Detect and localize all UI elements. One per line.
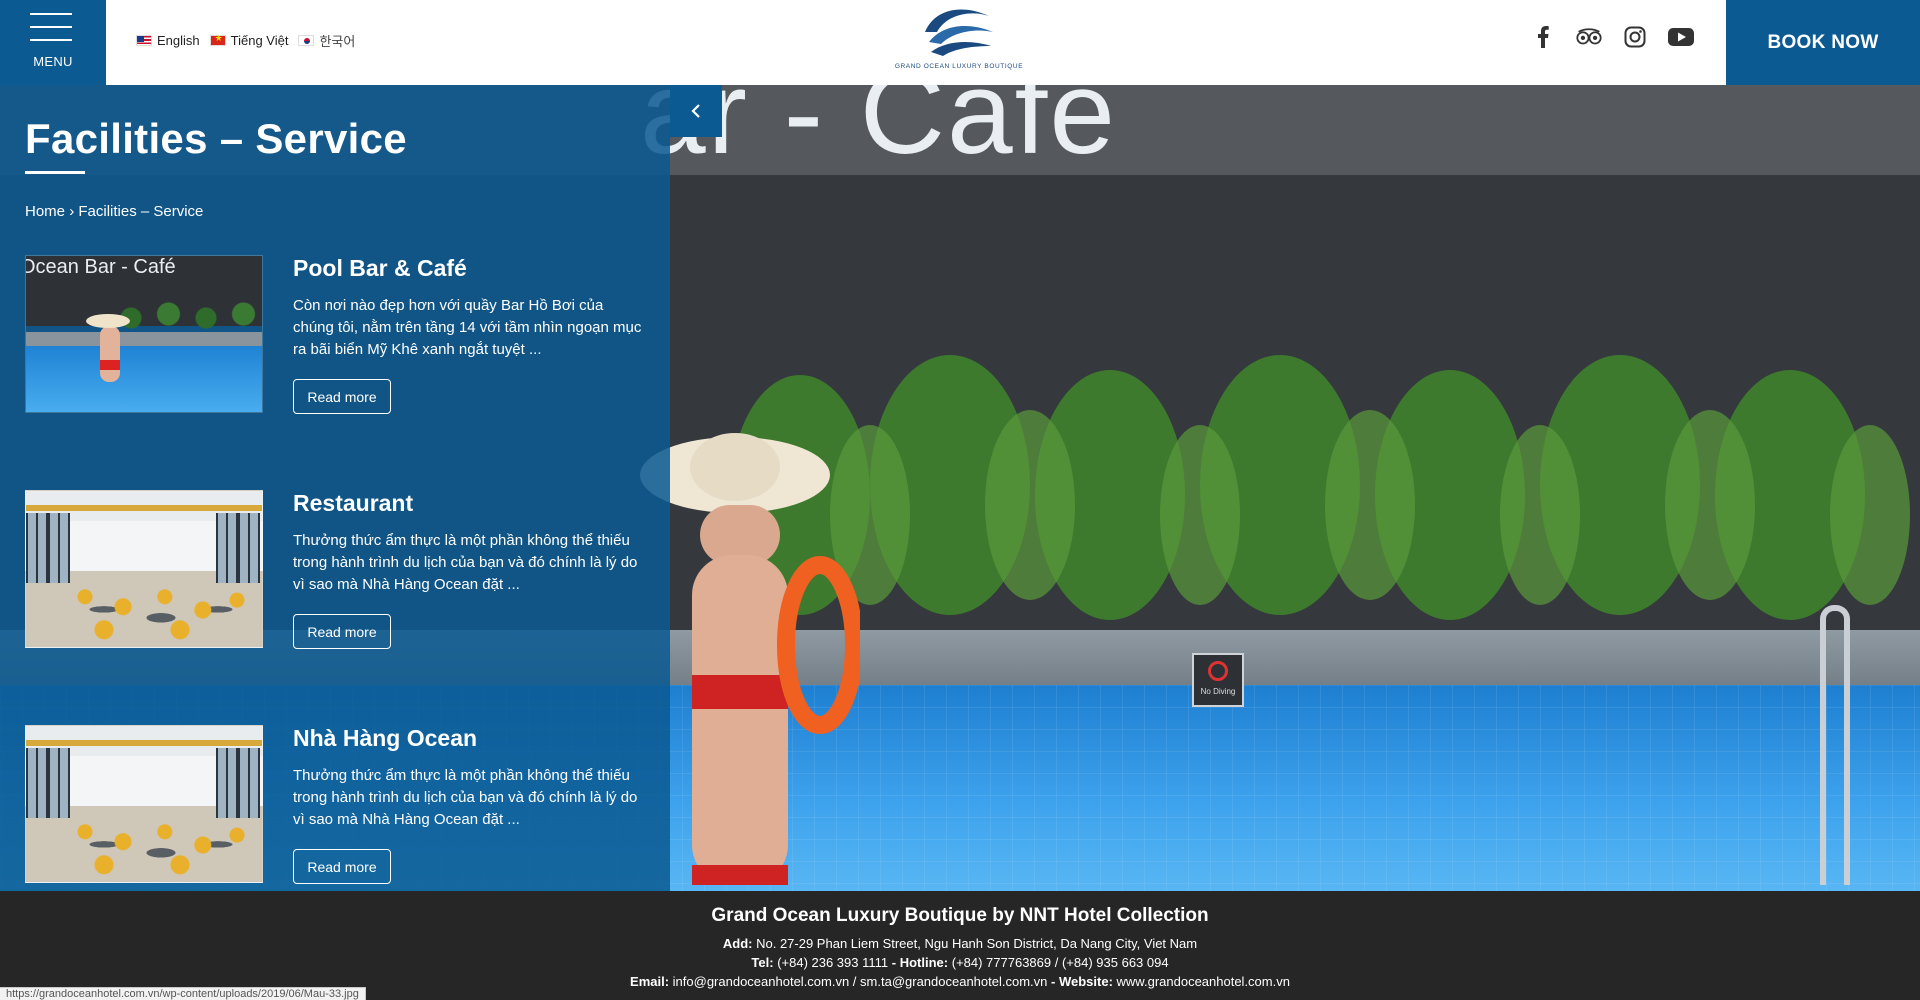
facility-title[interactable]: Pool Bar & Café xyxy=(293,255,467,282)
footer-tel-label: Tel: xyxy=(751,955,774,970)
footer-add-label: Add: xyxy=(722,936,753,951)
facebook-icon xyxy=(1538,26,1549,48)
wave-logo-icon xyxy=(925,9,993,56)
read-more-button[interactable]: Read more xyxy=(293,614,391,649)
facility-description: Thưởng thức ẩm thực là một phần không th… xyxy=(293,532,638,593)
facility-item-pool-bar: Ocean Bar - Café Pool Bar & Café Còn nơi… xyxy=(25,255,645,415)
woman-figure xyxy=(640,433,860,885)
kr-flag-icon xyxy=(298,35,315,46)
tripadvisor-icon xyxy=(1576,28,1602,45)
title-underline xyxy=(25,171,85,174)
breadcrumb-home-link[interactable]: Home xyxy=(25,203,65,220)
menu-label: MENU xyxy=(33,54,73,69)
thumbnail-sign-text: Ocean Bar - Café xyxy=(25,256,176,278)
instagram-icon xyxy=(1624,26,1646,48)
language-label: English xyxy=(157,33,200,48)
footer-website[interactable]: www.grandoceanhotel.com.vn xyxy=(1117,974,1290,989)
footer-address-line: Add: No. 27-29 Phan Liem Street, Ngu Han… xyxy=(0,936,1920,951)
tripadvisor-link[interactable] xyxy=(1576,24,1602,50)
facility-title[interactable]: Nhà Hàng Ocean xyxy=(293,725,477,752)
slider-prev-button[interactable] xyxy=(670,85,722,137)
plants-illustration xyxy=(730,355,1910,620)
breadcrumb-separator: › xyxy=(69,203,75,220)
pool-rail xyxy=(1820,605,1850,885)
footer-hotline[interactable]: (+84) 777763869 / (+84) 935 663 094 xyxy=(952,955,1169,970)
language-label: 한국어 xyxy=(319,34,356,49)
footer-email-label: Email: xyxy=(630,974,670,989)
footer-hotline-label: Hotline: xyxy=(899,955,949,970)
social-links xyxy=(1530,24,1694,50)
facility-item-restaurant: Restaurant Thưởng thức ẩm thực là một ph… xyxy=(25,490,645,650)
youtube-icon xyxy=(1668,28,1694,46)
footer-phone-line: Tel: (+84) 236 393 1111 - Hotline: (+84)… xyxy=(751,955,1169,970)
facility-item-nha-hang-ocean: Nhà Hàng Ocean Thưởng thức ẩm thực là mộ… xyxy=(25,725,645,885)
instagram-link[interactable] xyxy=(1622,24,1648,50)
footer-website-label: Website: xyxy=(1058,974,1113,989)
breadcrumb-current: Facilities – Service xyxy=(78,203,204,220)
footer-hotel-name: Grand Ocean Luxury Boutique by NNT Hotel… xyxy=(711,905,1209,926)
read-more-button[interactable]: Read more xyxy=(293,379,391,414)
logo-text: GRAND OCEAN LUXURY BOUTIQUE xyxy=(894,63,1024,70)
breadcrumb: Home › Facilities – Service xyxy=(25,203,203,220)
page-title: Facilities – Service xyxy=(25,115,407,162)
no-diving-text: No Diving xyxy=(1200,687,1236,696)
language-switcher: English Tiếng Việt 한국어 xyxy=(136,31,355,50)
site-footer: Grand Ocean Luxury Boutique by NNT Hotel… xyxy=(0,891,1920,1000)
language-vietnamese[interactable]: Tiếng Việt xyxy=(209,31,289,50)
book-now-button[interactable]: BOOK NOW xyxy=(1726,0,1920,85)
footer-tel[interactable]: (+84) 236 393 1111 xyxy=(777,955,888,970)
menu-button[interactable]: MENU xyxy=(0,0,106,85)
youtube-link[interactable] xyxy=(1668,24,1694,50)
no-diving-icon xyxy=(1208,661,1228,681)
site-header: MENU English Tiếng Việt 한국어 GRAND OCEAN … xyxy=(0,0,1920,85)
browser-status-url: https://grandoceanhotel.com.vn/wp-conten… xyxy=(0,987,366,1000)
vn-flag-icon xyxy=(209,33,226,46)
language-label: Tiếng Việt xyxy=(230,33,289,48)
site-logo[interactable]: GRAND OCEAN LUXURY BOUTIQUE xyxy=(892,2,1026,78)
language-korean[interactable]: 한국어 xyxy=(298,31,355,50)
no-diving-sign: No Diving xyxy=(1192,653,1244,707)
read-more-button[interactable]: Read more xyxy=(293,849,391,884)
facility-description: Còn nơi nào đẹp hơn với quầy Bar Hồ Bơi … xyxy=(293,297,642,358)
facility-description: Thưởng thức ẩm thực là một phần không th… xyxy=(293,767,638,828)
facility-thumbnail[interactable] xyxy=(25,725,263,883)
us-flag-icon xyxy=(136,35,152,46)
chevron-left-icon xyxy=(691,104,700,118)
hamburger-icon xyxy=(30,13,72,52)
facebook-link[interactable] xyxy=(1530,24,1556,50)
facility-thumbnail[interactable]: Ocean Bar - Café xyxy=(25,255,263,413)
footer-address: No. 27-29 Phan Liem Street, Ngu Hanh Son… xyxy=(756,936,1198,951)
facility-title[interactable]: Restaurant xyxy=(293,490,413,517)
footer-email[interactable]: info@grandoceanhotel.com.vn / sm.ta@gran… xyxy=(673,974,1048,989)
facilities-panel: Facilities – Service Home › Facilities –… xyxy=(0,85,670,891)
facility-thumbnail[interactable] xyxy=(25,490,263,648)
language-english[interactable]: English xyxy=(136,31,200,50)
